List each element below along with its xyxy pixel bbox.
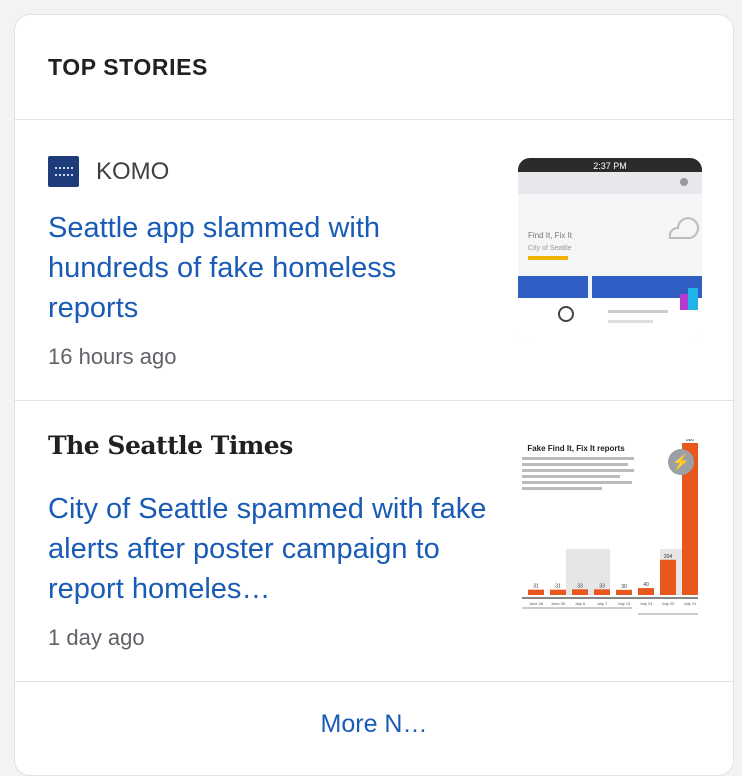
bar-value-label: 31 — [555, 584, 561, 590]
story-card-seattle-times[interactable]: The Seattle Times City of Seattle spamme… — [15, 401, 733, 682]
chart-bar — [638, 588, 654, 595]
thumb-app-title: Find It, Fix It — [528, 231, 573, 240]
bar-date-label: June 30 — [551, 601, 566, 606]
story-thumbnail[interactable]: 2:37 PM Find It, Fix It City of Seattle — [518, 158, 702, 342]
bar-date-label: July 7 — [597, 601, 608, 606]
bar-date-label: July 21 — [684, 601, 697, 606]
chart-bar — [616, 589, 632, 595]
bar-value-label: 40 — [643, 582, 649, 588]
chart-bar — [594, 589, 610, 595]
source-name: KOMO — [96, 157, 170, 185]
bar-date-label: June 28 — [529, 601, 544, 606]
story-thumbnail[interactable]: Fake Find It, Fix It reports 31 June 28 31… — [518, 439, 702, 623]
bar-date-label: July 6 — [575, 601, 586, 606]
story-source: The Seattle Times — [48, 431, 293, 460]
story-headline-link[interactable]: Seattle app slammed with hundreds of fak… — [48, 208, 488, 328]
amp-lightning-icon: ⚡ — [668, 449, 694, 475]
chart-title: Fake Find It, Fix It reports — [527, 444, 625, 453]
top-stories-card: TOP STORIES KOMO Seattle app slammed wit… — [14, 14, 734, 776]
chart-bar — [572, 589, 588, 595]
story-timestamp: 16 hours ago — [48, 344, 177, 369]
thumb-clock: 2:37 PM — [593, 161, 627, 171]
chart-bar — [550, 589, 566, 595]
bar-value-label: 31 — [533, 584, 539, 590]
app-screenshot-thumbnail: 2:37 PM Find It, Fix It City of Seattle — [518, 158, 702, 342]
seattle-times-logo: The Seattle Times — [48, 431, 293, 460]
section-title: TOP STORIES — [48, 53, 208, 80]
story-card-komo[interactable]: KOMO Seattle app slammed with hundreds o… — [15, 120, 733, 401]
story-source: KOMO — [48, 156, 169, 187]
chart-bar — [660, 559, 676, 595]
story-timestamp: 1 day ago — [48, 625, 145, 650]
bar-value-label: 204 — [664, 554, 673, 560]
bar-value-label: 30 — [621, 584, 627, 590]
bar-date-label: July 13 — [618, 601, 631, 606]
more-news-link[interactable]: More N… — [15, 710, 733, 739]
bar-date-label: July 20 — [662, 601, 675, 606]
section-header: TOP STORIES — [15, 15, 733, 120]
bar-value-label: 33 — [577, 583, 583, 589]
komo-logo-icon — [48, 156, 79, 187]
thumb-app-subtitle: City of Seattle — [528, 245, 572, 252]
chart-bar — [528, 589, 544, 595]
bar-value-label: 880 — [686, 439, 695, 443]
story-headline-link[interactable]: City of Seattle spammed with fake alerts… — [48, 489, 488, 609]
bar-value-label: 33 — [599, 583, 605, 589]
bar-date-label: July 14 — [640, 601, 653, 606]
